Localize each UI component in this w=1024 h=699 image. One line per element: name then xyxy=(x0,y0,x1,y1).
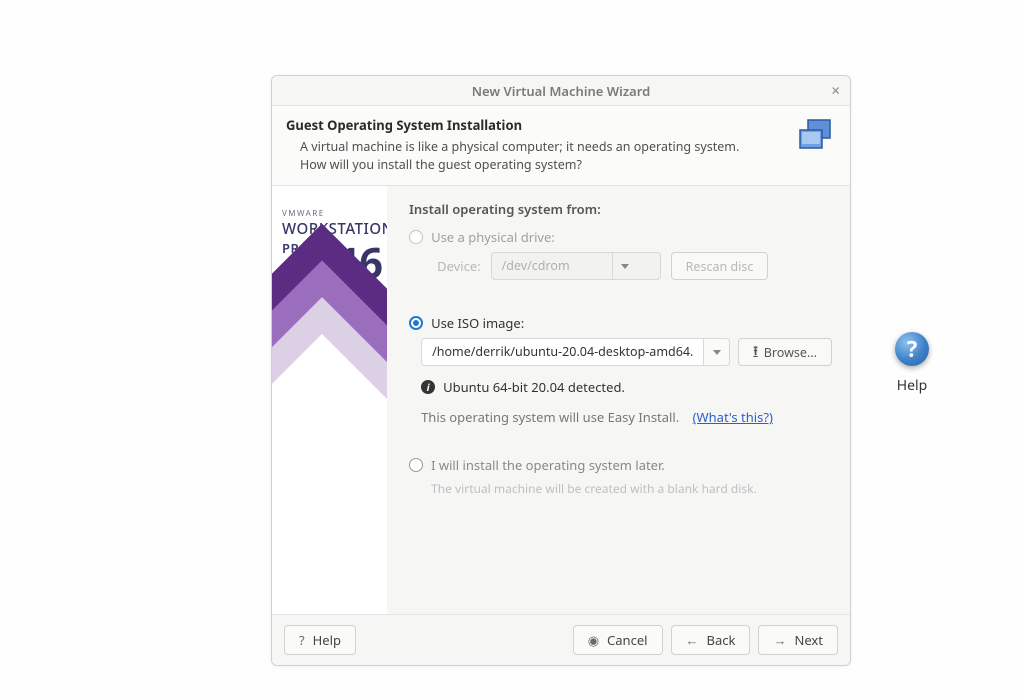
radio-install-later[interactable]: I will install the operating system late… xyxy=(409,456,832,474)
chevron-down-icon xyxy=(612,253,638,279)
easy-install-row: This operating system will use Easy Inst… xyxy=(421,408,832,426)
dialog-footer: ? Help ◉ Cancel ← Back → Next xyxy=(272,614,850,665)
easy-install-text: This operating system will use Easy Inst… xyxy=(421,408,679,426)
help-icon: ? xyxy=(895,332,929,366)
device-value: /dev/cdrom xyxy=(492,253,612,279)
radio-iso-label: Use ISO image: xyxy=(431,314,524,332)
back-button[interactable]: ← Back xyxy=(671,625,751,655)
titlebar: New Virtual Machine Wizard × xyxy=(272,76,850,106)
info-icon: i xyxy=(421,380,435,394)
rescan-label: Rescan disc xyxy=(686,258,754,275)
help-label: Help xyxy=(313,631,341,649)
vm-screens-icon xyxy=(794,116,836,158)
device-label: Device: xyxy=(437,257,481,275)
header-subtitle: A virtual machine is like a physical com… xyxy=(286,138,746,173)
next-label: Next xyxy=(794,631,823,649)
device-combo: /dev/cdrom xyxy=(491,252,661,280)
chevron-down-icon[interactable] xyxy=(703,339,729,365)
cancel-label: Cancel xyxy=(607,631,647,649)
browse-label: Browse... xyxy=(764,344,817,361)
radio-iso-image[interactable]: Use ISO image: xyxy=(409,314,832,332)
iso-path-value: /home/derrik/ubuntu-20.04-desktop-amd64. xyxy=(422,339,703,365)
detected-text: Ubuntu 64-bit 20.04 detected. xyxy=(443,378,625,396)
radio-icon xyxy=(409,316,423,330)
radio-physical-label: Use a physical drive: xyxy=(431,228,555,246)
next-button[interactable]: → Next xyxy=(758,625,838,655)
help-button[interactable]: ? Help xyxy=(284,625,356,655)
radio-physical-drive: Use a physical drive: xyxy=(409,228,832,246)
upload-icon: ⭱ xyxy=(753,342,757,363)
dialog-content: VMWARE WORKSTATION PRO™ 16 Install opera… xyxy=(272,186,850,614)
back-label: Back xyxy=(707,631,736,649)
cancel-icon: ◉ xyxy=(588,631,599,649)
install-later-hint: The virtual machine will be created with… xyxy=(431,480,832,497)
dialog-header: Guest Operating System Installation A vi… xyxy=(272,106,850,186)
header-title: Guest Operating System Installation xyxy=(286,116,778,134)
radio-icon xyxy=(409,458,423,472)
browse-button[interactable]: ⭱ Browse... xyxy=(738,338,832,366)
help-launcher[interactable]: ? Help xyxy=(882,332,942,395)
cancel-button[interactable]: ◉ Cancel xyxy=(573,625,663,655)
detected-row: i Ubuntu 64-bit 20.04 detected. xyxy=(421,378,832,396)
dialog-title: New Virtual Machine Wizard xyxy=(472,82,651,100)
wizard-dialog: New Virtual Machine Wizard × Guest Opera… xyxy=(271,75,851,666)
iso-path-combo[interactable]: /home/derrik/ubuntu-20.04-desktop-amd64. xyxy=(421,338,730,366)
help-launcher-label: Help xyxy=(882,376,942,395)
sidebar-branding: VMWARE WORKSTATION PRO™ 16 xyxy=(272,186,387,614)
brand-artwork xyxy=(272,224,387,614)
radio-later-label: I will install the operating system late… xyxy=(431,456,665,474)
rescan-button: Rescan disc xyxy=(671,252,769,280)
whats-this-link[interactable]: (What's this?) xyxy=(693,408,773,426)
brand-small: VMWARE xyxy=(282,208,387,219)
form-area: Install operating system from: Use a phy… xyxy=(387,186,850,614)
radio-icon xyxy=(409,230,423,244)
physical-device-row: Device: /dev/cdrom Rescan disc xyxy=(437,252,832,280)
install-from-prompt: Install operating system from: xyxy=(409,200,832,218)
close-icon[interactable]: × xyxy=(831,76,840,106)
question-icon: ? xyxy=(299,631,305,649)
